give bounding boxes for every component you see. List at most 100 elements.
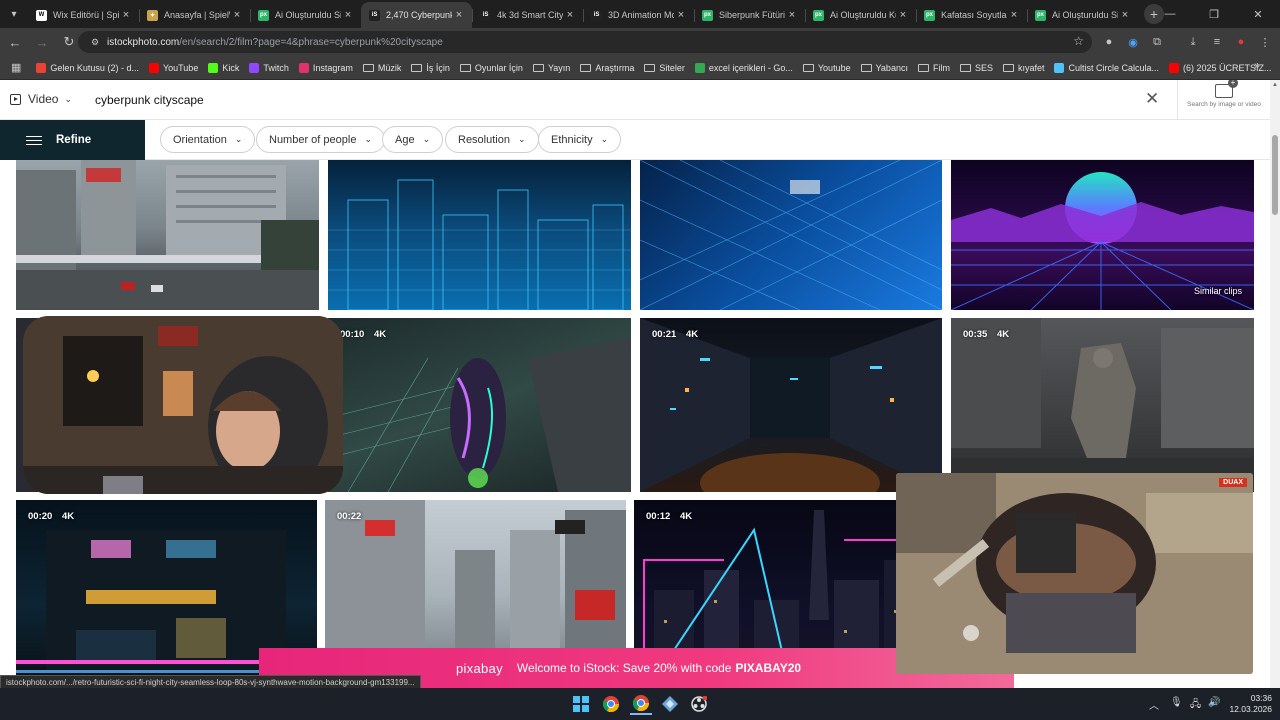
bookmark-folder-kiyafet[interactable]: kıyafet <box>998 58 1050 78</box>
close-icon[interactable]: × <box>1118 9 1132 21</box>
bookmark-folder-is-icin[interactable]: İş İçin <box>406 58 455 78</box>
video-thumbnail[interactable]: 00:21 4K <box>640 318 942 492</box>
chrome-menu-icon[interactable]: ⋮ <box>1256 33 1274 51</box>
filter-orientation[interactable]: Orientation ⌄ <box>160 126 256 153</box>
obs-icon[interactable] <box>688 693 710 715</box>
bookmark-folder-ses[interactable]: SES <box>955 58 998 78</box>
bookmark-cultist[interactable]: Cultist Circle Calcula... <box>1049 58 1164 78</box>
bookmark-folder-muzik[interactable]: Müzik <box>358 58 407 78</box>
download-icon[interactable]: ⤓ <box>1184 33 1202 51</box>
restore-icon[interactable]: ❐ <box>1192 0 1236 28</box>
tab-9[interactable]: px Ai Oluşturuldu Si × <box>1027 2 1138 28</box>
tray-chevron-up-icon[interactable]: ︿ <box>1149 697 1159 712</box>
duration-badge: 00:21 <box>652 329 677 340</box>
promo-text: Welcome to iStock: Save 20% with code <box>516 661 732 675</box>
close-icon[interactable]: × <box>785 9 799 21</box>
address-bar[interactable]: ⚙ istockphoto.com/en/search/2/film?page=… <box>78 31 1092 53</box>
microphone-icon[interactable]: 🎙 <box>1170 697 1183 708</box>
bookmark-folder-arastirma[interactable]: Araştırma <box>575 58 639 78</box>
bookmark-star-icon[interactable]: ☆ <box>1073 34 1084 48</box>
similar-clips-link[interactable]: Similar clips <box>1194 286 1242 296</box>
close-icon[interactable]: × <box>1007 9 1021 21</box>
app-diamond-icon[interactable] <box>659 693 681 715</box>
tab-4[interactable]: iS 4k 3d Smart City × <box>472 2 583 28</box>
tab-search-icon[interactable]: ▾ <box>0 0 28 28</box>
close-icon[interactable]: × <box>230 9 244 21</box>
media-control-icon[interactable]: ≡ <box>1208 33 1226 51</box>
video-thumbnail[interactable]: Similar clips <box>951 160 1254 310</box>
tab-5[interactable]: iS 3D Animation Mo × <box>583 2 694 28</box>
site-info-icon[interactable]: ⚙ <box>88 35 102 49</box>
network-icon[interactable]: 🖧 <box>1190 697 1201 714</box>
tab-7[interactable]: px Ai Oluşturuldu Ku × <box>805 2 916 28</box>
tab-2[interactable]: px Ai Oluşturuldu Si × <box>250 2 361 28</box>
bookmark-folder-yabanci[interactable]: Yabancı <box>856 58 913 78</box>
tab-0[interactable]: W Wix Editörü | Spie × <box>28 2 139 28</box>
video-thumbnail[interactable]: 00:35 4K <box>951 318 1254 492</box>
bookmark-kick[interactable]: Kick <box>203 58 244 78</box>
bookmark-folder-yayin[interactable]: Yayın <box>528 58 575 78</box>
video-thumbnail[interactable]: 00:10 4K <box>328 318 631 492</box>
filter-age[interactable]: Age ⌄ <box>382 126 444 153</box>
clock-date: 12.03.2026 <box>1229 704 1272 714</box>
bookmark-folder-oyunlar[interactable]: Oyunlar İçin <box>455 58 528 78</box>
page-scrollbar[interactable]: ▲ <box>1270 80 1280 688</box>
chevron-down-icon: ⌄ <box>364 134 372 144</box>
scrollbar-thumb[interactable] <box>1272 135 1278 215</box>
istock-favicon-icon: iS <box>369 9 380 21</box>
media-type-dropdown[interactable]: Video ⌄ <box>10 92 72 106</box>
minimize-icon[interactable]: — <box>1148 0 1192 28</box>
close-icon[interactable]: × <box>119 9 133 21</box>
close-icon[interactable]: × <box>563 9 577 21</box>
back-arrow-icon[interactable]: ← <box>3 30 27 54</box>
search-input[interactable]: cyberpunk cityscape <box>95 93 204 107</box>
bookmark-gmail[interactable]: Gelen Kutusu (2) - d... <box>31 58 144 78</box>
streamer-webcam-image <box>23 316 343 494</box>
filter-resolution[interactable]: Resolution ⌄ <box>445 126 539 153</box>
chevron-down-icon: ⌄ <box>600 134 609 144</box>
search-by-image-button[interactable]: Search by image or video <box>1185 80 1263 108</box>
system-clock[interactable]: 03:36 12.03.2026 <box>1222 693 1272 715</box>
close-icon[interactable]: × <box>674 9 688 21</box>
resolution-badge: 4K <box>62 511 75 522</box>
filter-number-of-people[interactable]: Number of people ⌄ <box>256 126 385 153</box>
close-window-icon[interactable]: ✕ <box>1236 0 1280 28</box>
divider <box>1177 80 1178 120</box>
profile-avatar-icon[interactable]: ● <box>1232 33 1250 51</box>
pexels-favicon-icon: px <box>702 9 713 21</box>
bookmark-folder-siteler[interactable]: Siteler <box>639 58 690 78</box>
tab-8[interactable]: px Kafatası Soyutlam × <box>916 2 1027 28</box>
bookmark-youtube[interactable]: YouTube <box>144 58 203 78</box>
refine-button[interactable]: Refine <box>0 120 145 160</box>
bookmark-folder-film[interactable]: Film <box>913 58 955 78</box>
windows-start-icon[interactable] <box>570 693 592 715</box>
bookmark-folder-youtube[interactable]: Youtube <box>798 58 856 78</box>
volume-icon[interactable]: 🔊 <box>1208 697 1220 708</box>
tab-6[interactable]: px Siberpunk Fütüris × <box>694 2 805 28</box>
bookmark-instagram[interactable]: Instagram <box>294 58 358 78</box>
forward-arrow-icon[interactable]: → <box>30 30 54 54</box>
close-icon[interactable]: × <box>896 9 910 21</box>
scroll-up-icon[interactable]: ▲ <box>1272 82 1278 88</box>
bookmark-excel[interactable]: excel içerikleri - Go... <box>690 58 798 78</box>
voice-extension-icon[interactable]: ◉ <box>1124 33 1142 51</box>
pip-video-overlay[interactable]: DUAX <box>896 473 1253 674</box>
bookmark-label: Oyunlar İçin <box>474 62 523 73</box>
gmail-icon <box>36 62 47 73</box>
apps-grid-icon[interactable]: ▦ <box>6 58 31 78</box>
filter-ethnicity[interactable]: Ethnicity ⌄ <box>538 126 622 153</box>
video-thumbnail[interactable] <box>16 160 319 310</box>
close-icon[interactable]: × <box>452 9 466 21</box>
record-extension-icon[interactable]: ● <box>1100 33 1118 51</box>
bookmark-twitch[interactable]: Twitch <box>244 58 294 78</box>
clear-search-icon[interactable]: ✕ <box>1145 89 1159 109</box>
chrome-active-icon[interactable] <box>630 693 652 715</box>
chrome-icon[interactable] <box>600 693 622 715</box>
extensions-puzzle-icon[interactable]: ⧉ <box>1148 33 1166 51</box>
video-thumbnail[interactable] <box>328 160 631 310</box>
tab-1[interactable]: ✦ Anasayfa | SpielW × <box>139 2 250 28</box>
video-thumbnail[interactable] <box>640 160 942 310</box>
close-icon[interactable]: × <box>341 9 355 21</box>
more-bookmarks-icon[interactable]: » <box>1254 60 1260 72</box>
tab-3-active[interactable]: iS 2,470 Cyberpunk × <box>361 2 472 28</box>
